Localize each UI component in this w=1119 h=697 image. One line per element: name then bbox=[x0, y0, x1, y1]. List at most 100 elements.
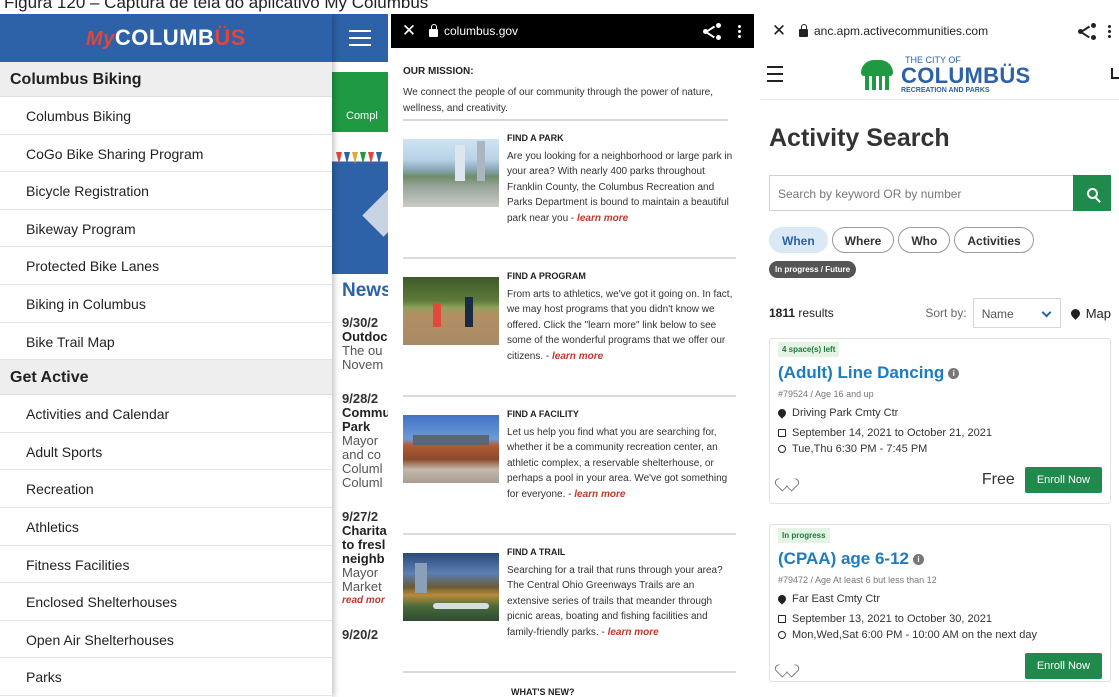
info-icon[interactable]: i bbox=[948, 368, 960, 379]
phone-screenshot-activity-search: ✕ anc.apm.activecommunities.com THE CITY… bbox=[761, 14, 1119, 697]
activity-card[interactable]: In progress (CPAA) age 6-12 i #79472 / Ag… bbox=[769, 524, 1111, 682]
activity-name[interactable]: (CPAA) age 6-12 i bbox=[778, 549, 1102, 569]
activity-time: Tue,Thu 6:30 PM - 7:45 PM bbox=[778, 443, 1102, 455]
background-page: Compl News 9/30/2 Outdoc The ou Novem 9/… bbox=[332, 14, 388, 697]
activity-name[interactable]: (Adult) Line Dancing i bbox=[778, 363, 1102, 383]
news-entry[interactable]: 9/27/2 Charita to fresl neighb Mayor Mar… bbox=[342, 510, 388, 608]
filter-activities[interactable]: Activities bbox=[954, 227, 1034, 253]
my-columbus-logo: MyCOLUMBÜS bbox=[86, 25, 246, 50]
activity-time: Mon,Wed,Sat 6:00 PM - 10:00 AM on the ne… bbox=[778, 629, 1102, 641]
search-icon bbox=[1086, 187, 1098, 199]
search-bar: Search by keyword OR by number bbox=[769, 175, 1111, 211]
learn-more-link[interactable]: learn more bbox=[608, 627, 659, 638]
tree-icon bbox=[857, 60, 897, 90]
menu-item[interactable]: CoGo Bike Sharing Program bbox=[0, 135, 332, 173]
learn-more-link[interactable]: learn more bbox=[574, 489, 625, 500]
menu-item[interactable]: Open Air Shelterhouses bbox=[0, 621, 332, 659]
news-section: News 9/30/2 Outdoc The ou Novem 9/28/2 C… bbox=[332, 274, 388, 697]
feature-item-facility: FIND A FACILITY Let us help you find what… bbox=[403, 397, 736, 535]
availability-badge: In progress bbox=[778, 528, 830, 543]
active-filter-tag[interactable]: In progress / Future bbox=[769, 261, 857, 278]
share-icon[interactable] bbox=[1075, 21, 1099, 41]
close-icon[interactable]: ✕ bbox=[395, 21, 423, 41]
news-entry[interactable]: 9/30/2 Outdoc The ou Novem bbox=[342, 316, 388, 372]
menu-item[interactable]: Enclosed Shelterhouses bbox=[0, 583, 332, 621]
results-bar: 1811 results Sort by: Name Map bbox=[769, 298, 1111, 328]
section-header-get-active[interactable]: Get Active bbox=[0, 360, 332, 396]
feature-item-trail: FIND A TRAIL Searching for a trail that r… bbox=[403, 535, 736, 673]
share-icon[interactable] bbox=[700, 21, 724, 41]
lock-icon bbox=[799, 23, 808, 37]
menu-item[interactable]: Protected Bike Lanes bbox=[0, 247, 332, 285]
menu-item[interactable]: Adult Sports bbox=[0, 433, 332, 471]
filter-who[interactable]: Who bbox=[898, 227, 951, 253]
menu-item[interactable]: Activities and Calendar bbox=[0, 395, 332, 433]
menu-item[interactable]: Bicycle Registration bbox=[0, 172, 332, 210]
map-pin-icon[interactable] bbox=[1068, 306, 1082, 320]
favorite-heart-icon[interactable] bbox=[780, 473, 794, 487]
favorite-heart-icon[interactable] bbox=[780, 659, 794, 673]
map-link[interactable]: Map bbox=[1086, 306, 1111, 321]
close-icon[interactable]: ✕ bbox=[765, 21, 793, 41]
location-pin-icon bbox=[776, 407, 788, 419]
menu-item[interactable]: Athletics bbox=[0, 508, 332, 546]
sort-select[interactable]: Name bbox=[972, 298, 1061, 328]
url-text[interactable]: anc.apm.activecommunities.com bbox=[814, 24, 988, 38]
program-image bbox=[403, 277, 499, 345]
site-header: THE CITY OF COLUMBÜS RECREATION AND PARK… bbox=[761, 48, 1119, 100]
whats-new-heading: WHAT'S NEW? bbox=[511, 687, 575, 697]
more-options-icon[interactable] bbox=[1099, 24, 1119, 38]
activity-location: Far East Cmty Ctr bbox=[776, 593, 1102, 605]
background-header bbox=[332, 14, 388, 62]
facility-image bbox=[403, 415, 499, 483]
more-options-icon[interactable] bbox=[724, 24, 754, 38]
clock-icon bbox=[778, 631, 786, 639]
filter-where[interactable]: Where bbox=[831, 227, 895, 253]
learn-more-link[interactable]: learn more bbox=[552, 351, 603, 362]
background-green-button[interactable]: Compl bbox=[332, 72, 388, 132]
enroll-now-button[interactable]: Enroll Now bbox=[1024, 467, 1102, 493]
bunting-flags bbox=[332, 152, 388, 170]
read-more-link[interactable]: read mor bbox=[342, 594, 388, 608]
filter-when[interactable]: When bbox=[769, 227, 828, 253]
mission-heading: OUR MISSION: bbox=[403, 66, 474, 77]
browser-toolbar: ✕ columbus.gov bbox=[391, 14, 754, 48]
menu-item[interactable]: Parks bbox=[0, 658, 332, 696]
availability-badge: 4 space(s) left bbox=[778, 342, 840, 357]
navigation-drawer: MyCOLUMBÜS Columbus Biking Columbus Biki… bbox=[0, 14, 332, 697]
search-button[interactable] bbox=[1073, 175, 1111, 211]
hamburger-menu-icon[interactable] bbox=[767, 65, 783, 82]
news-title: News bbox=[342, 280, 388, 301]
enroll-now-button[interactable]: Enroll Now bbox=[1024, 653, 1102, 679]
cart-icon[interactable] bbox=[1111, 68, 1119, 79]
page-title: Activity Search bbox=[769, 124, 950, 152]
clock-icon bbox=[778, 445, 786, 453]
figure-caption: Figura 120 – Captura de tela do aplicati… bbox=[4, 0, 429, 12]
results-count: 1811 results bbox=[769, 306, 834, 320]
menu-item[interactable]: Fitness Facilities bbox=[0, 546, 332, 584]
columbus-recreation-logo[interactable]: THE CITY OF COLUMBÜS RECREATION AND PARK… bbox=[857, 56, 1031, 94]
feature-item-program: FIND A PROGRAM From arts to athletics, we… bbox=[403, 259, 736, 397]
info-icon[interactable]: i bbox=[913, 554, 924, 565]
news-entry[interactable]: 9/28/2 Commu Park Mayor and co Columl Co… bbox=[342, 392, 388, 490]
activity-card[interactable]: 4 space(s) left (Adult) Line Dancing i #7… bbox=[769, 338, 1111, 504]
phone-screenshot-menu: Compl News 9/30/2 Outdoc The ou Novem 9/… bbox=[0, 14, 388, 697]
news-entry[interactable]: 9/20/2 bbox=[342, 628, 388, 642]
menu-item[interactable]: Recreation bbox=[0, 470, 332, 508]
menu-item[interactable]: Bikeway Program bbox=[0, 210, 332, 248]
sort-label: Sort by: bbox=[925, 306, 967, 320]
learn-more-link[interactable]: learn more bbox=[577, 213, 628, 224]
calendar-icon bbox=[778, 615, 786, 623]
park-image bbox=[403, 139, 499, 207]
section-header-biking[interactable]: Columbus Biking bbox=[0, 62, 332, 97]
menu-item[interactable]: Biking in Columbus bbox=[0, 285, 332, 323]
activity-location: Driving Park Cmty Ctr bbox=[776, 407, 1102, 419]
search-input[interactable]: Search by keyword OR by number bbox=[769, 175, 1073, 211]
url-text[interactable]: columbus.gov bbox=[444, 24, 518, 38]
menu-item[interactable]: Bike Trail Map bbox=[0, 323, 332, 361]
filter-pills: When Where Who Activities bbox=[769, 227, 1111, 253]
lock-icon bbox=[429, 23, 438, 37]
calendar-icon bbox=[778, 429, 786, 437]
menu-item[interactable]: Columbus Biking bbox=[0, 97, 332, 135]
hamburger-menu-icon[interactable] bbox=[349, 30, 371, 46]
